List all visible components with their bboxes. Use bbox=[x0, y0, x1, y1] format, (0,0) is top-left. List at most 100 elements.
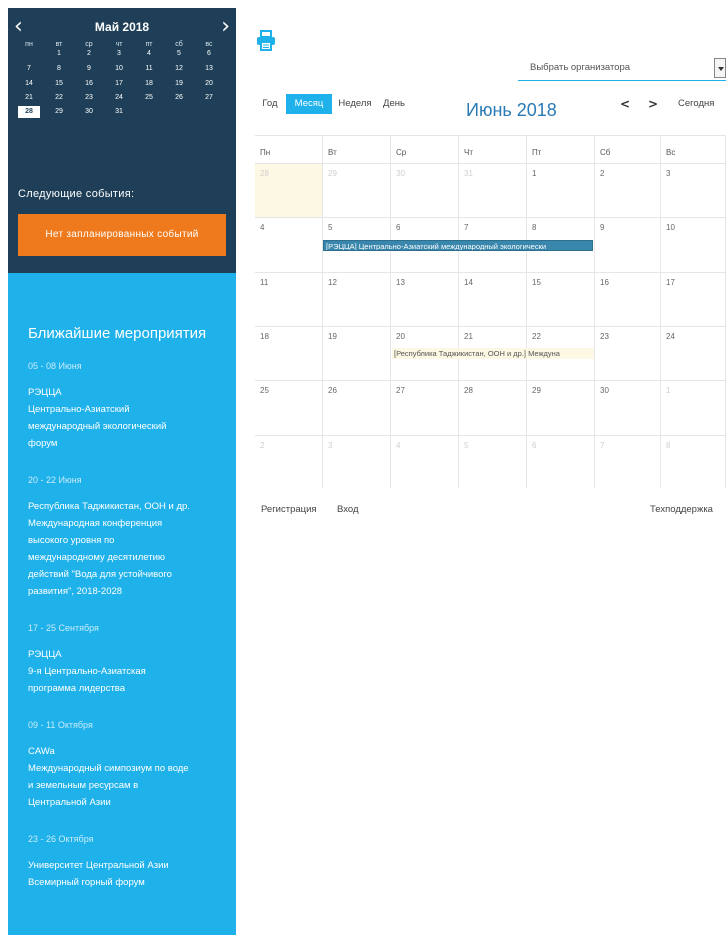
mini-day[interactable]: 6 bbox=[198, 48, 220, 60]
mini-day[interactable]: 19 bbox=[168, 78, 190, 90]
upcoming-event-title-line[interactable]: Всемирный горный форум bbox=[28, 877, 145, 888]
day-cell[interactable]: 4 bbox=[255, 217, 323, 272]
mini-day[interactable]: 13 bbox=[198, 63, 220, 75]
day-cell[interactable]: 27 bbox=[391, 380, 459, 435]
support-link[interactable]: Техподдержка bbox=[650, 500, 713, 520]
upcoming-event-organizer[interactable]: CAWa bbox=[28, 746, 55, 757]
day-cell[interactable]: 12 bbox=[323, 272, 391, 326]
day-cell[interactable]: 5 bbox=[459, 435, 527, 488]
day-cell[interactable]: 18 bbox=[255, 326, 323, 380]
upcoming-event-title-line[interactable]: Центральной Азии bbox=[28, 797, 111, 808]
view-month-button[interactable]: Месяц bbox=[286, 94, 332, 114]
day-cell[interactable]: 29 bbox=[527, 380, 595, 435]
day-cell[interactable]: 4 bbox=[391, 435, 459, 488]
mini-day[interactable]: 4 bbox=[138, 48, 160, 60]
mini-day[interactable]: 18 bbox=[138, 78, 160, 90]
mini-day[interactable]: 25 bbox=[138, 92, 160, 104]
upcoming-event-title-line[interactable]: высокого уровня по bbox=[28, 535, 114, 546]
day-cell[interactable]: 24 bbox=[661, 326, 726, 380]
upcoming-event-organizer[interactable]: РЭЦЦА bbox=[28, 649, 62, 660]
upcoming-event-title-line[interactable]: международный экологический bbox=[28, 421, 166, 432]
upcoming-event-title-line[interactable]: Университет Центральной Азии bbox=[28, 860, 169, 871]
mini-day[interactable]: 7 bbox=[18, 63, 40, 75]
day-cell[interactable]: 30 bbox=[391, 163, 459, 217]
chevron-down-icon[interactable] bbox=[714, 58, 726, 78]
upcoming-event-title-line[interactable]: Международная конференция bbox=[28, 518, 162, 529]
no-events-button[interactable]: Нет запланированных событий bbox=[18, 214, 226, 256]
mini-day[interactable]: 29 bbox=[48, 106, 70, 118]
login-link[interactable]: Вход bbox=[337, 500, 359, 520]
mini-day[interactable]: 9 bbox=[78, 63, 100, 75]
mini-day[interactable]: 17 bbox=[108, 78, 130, 90]
upcoming-event-organizer[interactable]: РЭЦЦА bbox=[28, 387, 62, 398]
upcoming-event-title-line[interactable]: международному десятилетию bbox=[28, 552, 165, 563]
upcoming-event-title-line[interactable]: развития", 2018-2028 bbox=[28, 586, 122, 597]
day-cell[interactable]: 15 bbox=[527, 272, 595, 326]
day-cell[interactable]: 13 bbox=[391, 272, 459, 326]
day-cell[interactable]: 25 bbox=[255, 380, 323, 435]
mini-day[interactable]: 20 bbox=[198, 78, 220, 90]
mini-day[interactable]: 1 bbox=[48, 48, 70, 60]
upcoming-event-title-line[interactable]: Международный симпозиум по воде bbox=[28, 763, 189, 774]
mini-day[interactable]: 21 bbox=[18, 92, 40, 104]
day-cell[interactable]: 11 bbox=[255, 272, 323, 326]
view-year-button[interactable]: Год bbox=[258, 94, 282, 114]
mini-day[interactable]: 12 bbox=[168, 63, 190, 75]
day-cell[interactable]: 3 bbox=[661, 163, 726, 217]
day-cell[interactable]: 9 bbox=[595, 217, 661, 272]
chevron-right-icon[interactable]: › bbox=[221, 16, 230, 38]
organizer-select[interactable]: Выбрать организатора bbox=[518, 57, 726, 81]
next-month-button[interactable]: > bbox=[640, 94, 666, 114]
day-cell[interactable]: 10 bbox=[661, 217, 726, 272]
today-button[interactable]: Сегодня bbox=[678, 94, 714, 114]
mini-day[interactable]: 2 bbox=[78, 48, 100, 60]
prev-month-button[interactable]: < bbox=[612, 94, 638, 114]
view-week-button[interactable]: Неделя bbox=[334, 94, 376, 114]
mini-day[interactable]: 10 bbox=[108, 63, 130, 75]
day-cell[interactable]: 6 bbox=[527, 435, 595, 488]
calendar-event[interactable]: [Республика Таджикистан, ООН и др.] Межд… bbox=[392, 348, 594, 359]
register-link[interactable]: Регистрация bbox=[261, 500, 317, 520]
upcoming-event-title-line[interactable]: Республика Таджикистан, ООН и др. bbox=[28, 501, 190, 512]
day-cell[interactable]: 1 bbox=[527, 163, 595, 217]
day-cell[interactable]: 19 bbox=[323, 326, 391, 380]
calendar-event[interactable]: [РЭЦЦА] Центрально-Азиатский международн… bbox=[323, 240, 593, 251]
mini-day[interactable]: 22 bbox=[48, 92, 70, 104]
mini-day[interactable]: 16 bbox=[78, 78, 100, 90]
mini-day[interactable]: 3 bbox=[108, 48, 130, 60]
mini-day[interactable]: 28 bbox=[18, 106, 40, 118]
mini-day[interactable]: 11 bbox=[138, 63, 160, 75]
mini-day[interactable]: 15 bbox=[48, 78, 70, 90]
upcoming-event-title-line[interactable]: программа лидерства bbox=[28, 683, 125, 694]
day-cell[interactable]: 31 bbox=[459, 163, 527, 217]
day-cell[interactable]: 14 bbox=[459, 272, 527, 326]
day-cell[interactable]: 2 bbox=[255, 435, 323, 488]
day-cell[interactable]: 30 bbox=[595, 380, 661, 435]
mini-day[interactable]: 5 bbox=[168, 48, 190, 60]
day-cell[interactable]: 8 bbox=[661, 435, 726, 488]
mini-day[interactable]: 31 bbox=[108, 106, 130, 118]
upcoming-event-title-line[interactable]: Центрально-Азиатский bbox=[28, 404, 130, 415]
upcoming-event-title-line[interactable]: действий "Вода для устойчивого bbox=[28, 569, 172, 580]
view-day-button[interactable]: День bbox=[378, 94, 410, 114]
mini-day[interactable]: 27 bbox=[198, 92, 220, 104]
day-cell[interactable]: 28 bbox=[255, 163, 323, 217]
mini-day[interactable]: 8 bbox=[48, 63, 70, 75]
day-cell[interactable]: 7 bbox=[595, 435, 661, 488]
day-cell[interactable]: 3 bbox=[323, 435, 391, 488]
day-cell[interactable]: 23 bbox=[595, 326, 661, 380]
printer-icon[interactable] bbox=[256, 30, 276, 52]
day-cell[interactable]: 17 bbox=[661, 272, 726, 326]
day-cell[interactable]: 26 bbox=[323, 380, 391, 435]
day-cell[interactable]: 29 bbox=[323, 163, 391, 217]
upcoming-event-title-line[interactable]: форум bbox=[28, 438, 57, 449]
mini-day[interactable]: 30 bbox=[78, 106, 100, 118]
day-cell[interactable]: 16 bbox=[595, 272, 661, 326]
day-cell[interactable]: 28 bbox=[459, 380, 527, 435]
mini-day[interactable]: 26 bbox=[168, 92, 190, 104]
day-cell[interactable]: 1 bbox=[661, 380, 726, 435]
mini-day[interactable]: 23 bbox=[78, 92, 100, 104]
day-cell[interactable]: 2 bbox=[595, 163, 661, 217]
mini-day[interactable]: 14 bbox=[18, 78, 40, 90]
mini-day[interactable]: 24 bbox=[108, 92, 130, 104]
